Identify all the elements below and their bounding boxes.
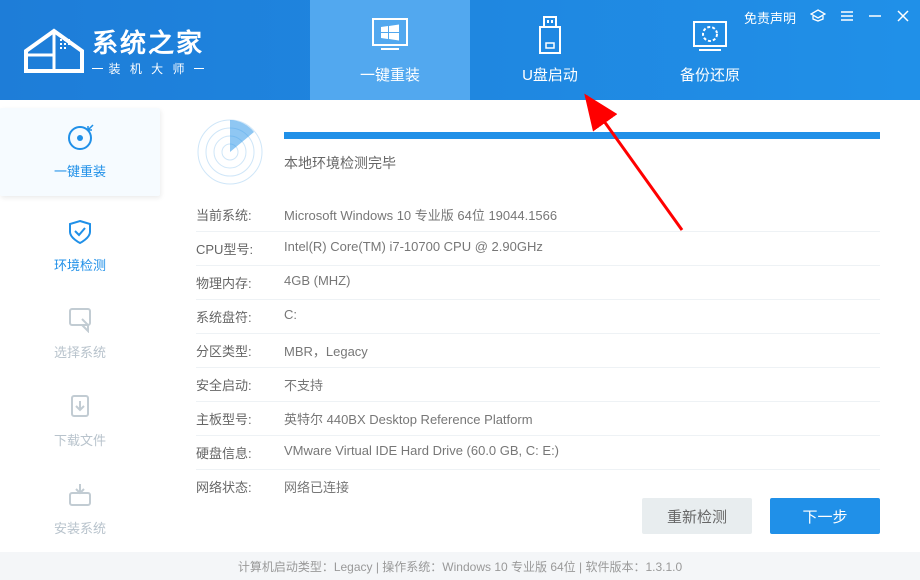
tab-reinstall[interactable]: 一键重装	[310, 0, 470, 100]
tab-label: 一键重装	[360, 64, 420, 85]
info-label: 硬盘信息:	[196, 443, 284, 462]
info-row-os: 当前系统:Microsoft Windows 10 专业版 64位 19044.…	[196, 198, 880, 232]
sidebar-item-reinstall[interactable]: 一键重装	[0, 108, 160, 196]
sidebar-item-download[interactable]: 下载文件	[0, 377, 160, 465]
install-icon	[65, 480, 95, 510]
radar-icon	[196, 118, 264, 186]
info-value: VMware Virtual IDE Hard Drive (60.0 GB, …	[284, 443, 880, 462]
info-row-ram: 物理内存:4GB (MHZ)	[196, 266, 880, 300]
status-bar-text: 计算机启动类型：Legacy | 操作系统：Windows 10 专业版 64位…	[238, 558, 682, 575]
action-buttons: 重新检测 下一步	[642, 498, 880, 534]
sidebar-item-label: 安装系统	[54, 518, 106, 537]
scan-header: 本地环境检测完毕	[196, 118, 880, 186]
info-value: 英特尔 440BX Desktop Reference Platform	[284, 409, 880, 428]
graduation-icon[interactable]	[810, 9, 826, 26]
nav-tabs: 一键重装 U盘启动 备份还原	[310, 0, 790, 100]
info-value: Intel(R) Core(TM) i7-10700 CPU @ 2.90GHz	[284, 239, 880, 258]
windows-icon	[370, 16, 410, 56]
logo-text: 系统之家 装 机 大 师	[92, 23, 204, 77]
app-header: 系统之家 装 机 大 师 一键重装 U盘启动 备份还原 免责声明	[0, 0, 920, 100]
info-label: 物理内存:	[196, 273, 284, 292]
info-label: 安全启动:	[196, 375, 284, 394]
app-subtitle: 装 机 大 师	[92, 60, 204, 77]
sidebar-item-label: 选择系统	[54, 342, 106, 361]
usb-icon	[530, 16, 570, 56]
app-title: 系统之家	[92, 23, 204, 60]
window-controls: 免责声明	[744, 8, 910, 27]
info-value: MBR，Legacy	[284, 341, 880, 360]
scan-status-text: 本地环境检测完毕	[284, 153, 880, 173]
rescan-button[interactable]: 重新检测	[642, 498, 752, 534]
info-value: 4GB (MHZ)	[284, 273, 880, 292]
info-label: 分区类型:	[196, 341, 284, 360]
minimize-button[interactable]	[868, 9, 882, 26]
info-label: CPU型号:	[196, 239, 284, 258]
select-icon	[65, 304, 95, 334]
restore-icon	[690, 16, 730, 56]
sidebar-item-env-check[interactable]: 环境检测	[0, 202, 160, 290]
status-bar: 计算机启动类型：Legacy | 操作系统：Windows 10 专业版 64位…	[0, 552, 920, 580]
progress-bar	[284, 132, 880, 139]
tab-label: U盘启动	[522, 64, 578, 85]
logo-icon	[20, 25, 88, 75]
info-row-secureboot: 安全启动:不支持	[196, 368, 880, 402]
info-row-cpu: CPU型号:Intel(R) Core(TM) i7-10700 CPU @ 2…	[196, 232, 880, 266]
info-row-disk: 硬盘信息:VMware Virtual IDE Hard Drive (60.0…	[196, 436, 880, 470]
body-area: 一键重装 环境检测 选择系统 下载文件 安装系统 本地环境检测完毕	[0, 100, 920, 552]
info-label: 系统盘符:	[196, 307, 284, 326]
info-value: Microsoft Windows 10 专业版 64位 19044.1566	[284, 205, 880, 224]
tab-usb-boot[interactable]: U盘启动	[470, 0, 630, 100]
info-row-drive: 系统盘符:C:	[196, 300, 880, 334]
progress-column: 本地环境检测完毕	[284, 132, 880, 173]
info-row-motherboard: 主板型号:英特尔 440BX Desktop Reference Platfor…	[196, 402, 880, 436]
info-label: 当前系统:	[196, 205, 284, 224]
sidebar-item-label: 一键重装	[54, 161, 106, 180]
download-icon	[65, 392, 95, 422]
shield-check-icon	[65, 217, 95, 247]
info-row-partition: 分区类型:MBR，Legacy	[196, 334, 880, 368]
target-icon	[65, 123, 95, 153]
disclaimer-link[interactable]: 免责声明	[744, 8, 796, 27]
info-label: 主板型号:	[196, 409, 284, 428]
system-info-table: 当前系统:Microsoft Windows 10 专业版 64位 19044.…	[196, 198, 880, 503]
sidebar: 一键重装 环境检测 选择系统 下载文件 安装系统	[0, 100, 160, 552]
logo-area: 系统之家 装 机 大 师	[0, 23, 310, 77]
sidebar-item-label: 下载文件	[54, 430, 106, 449]
tab-label: 备份还原	[680, 64, 740, 85]
content-panel: 本地环境检测完毕 当前系统:Microsoft Windows 10 专业版 6…	[160, 100, 920, 552]
sidebar-item-label: 环境检测	[54, 255, 106, 274]
sidebar-item-select-system[interactable]: 选择系统	[0, 289, 160, 377]
info-label: 网络状态:	[196, 477, 284, 496]
close-button[interactable]	[896, 9, 910, 26]
next-button[interactable]: 下一步	[770, 498, 880, 534]
info-value: 不支持	[284, 375, 880, 394]
info-value: 网络已连接	[284, 477, 880, 496]
sidebar-item-install[interactable]: 安装系统	[0, 464, 160, 552]
menu-icon[interactable]	[840, 9, 854, 26]
info-value: C:	[284, 307, 880, 326]
